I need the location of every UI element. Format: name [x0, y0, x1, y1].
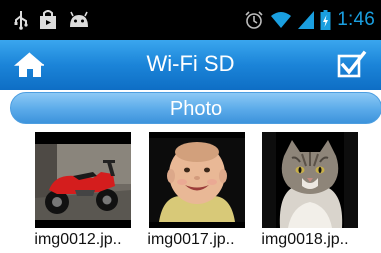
photo-thumbnail-cat[interactable] [262, 132, 358, 228]
app-title: Wi-Fi SD [146, 51, 235, 76]
photo-thumbnail-motorcycle[interactable] [35, 132, 131, 228]
photo-filename: img0012.jp.. [34, 231, 122, 248]
section-title: Photo [169, 98, 223, 120]
android-icon [70, 11, 88, 27]
battery-charging-icon [320, 10, 331, 30]
shopping-bag-icon [40, 10, 56, 29]
photo-tile[interactable]: img0017.jp.. [133, 132, 249, 252]
photo-grid: img0012.jp.. img0017.jp.. img0018.jp.. [0, 132, 381, 253]
photo-thumbnail-baby[interactable] [149, 132, 245, 228]
usb-icon [14, 11, 28, 30]
status-time: 1:46 [337, 9, 375, 30]
title-bar: Wi-Fi SD [0, 40, 381, 90]
photo-tile[interactable]: img0012.jp.. [20, 132, 136, 252]
photo-filename: img0018.jp.. [261, 231, 349, 248]
notification-icons [14, 10, 90, 30]
section-header-photo: Photo [10, 92, 381, 124]
photo-filename: img0017.jp.. [147, 231, 235, 248]
status-bar: 1:46 [0, 0, 381, 40]
select-checkbox-icon[interactable] [337, 50, 367, 80]
alarm-icon [245, 11, 263, 29]
signal-icon [298, 11, 315, 29]
wifi-icon [271, 12, 292, 28]
system-icons: 1:46 [244, 9, 375, 31]
photo-tile[interactable]: img0018.jp.. [247, 132, 363, 252]
